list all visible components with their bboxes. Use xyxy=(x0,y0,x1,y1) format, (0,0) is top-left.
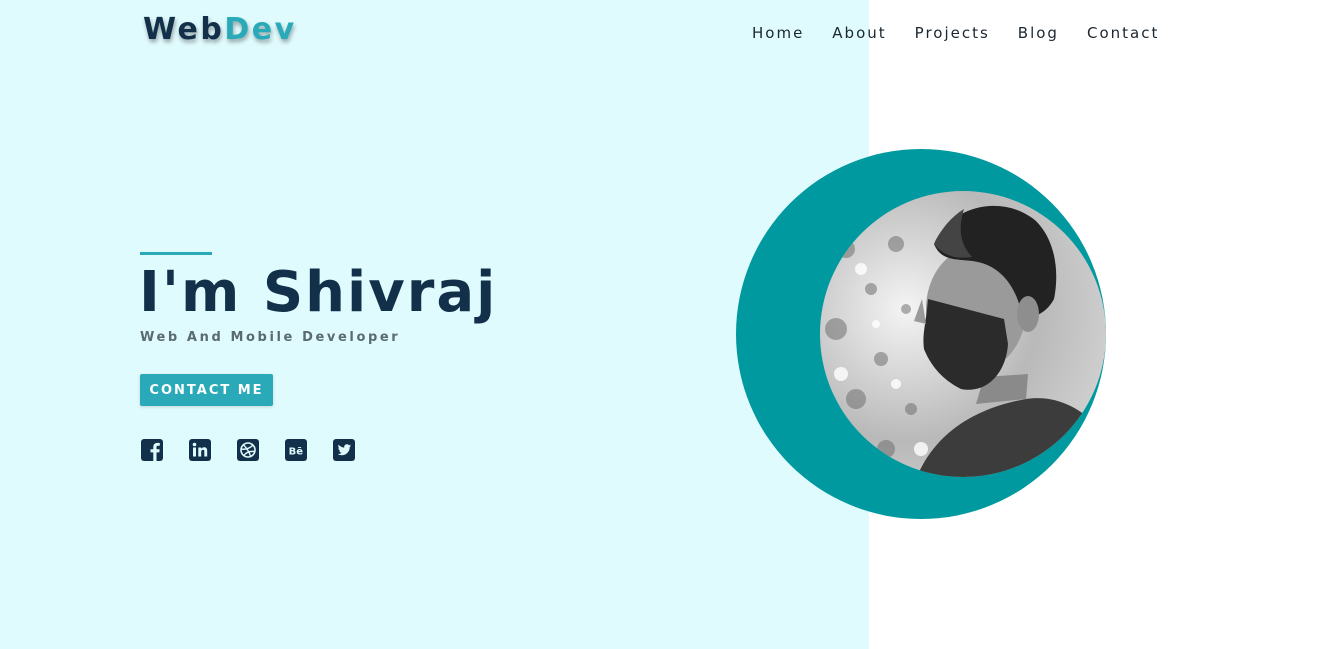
contact-me-button[interactable]: CONTACT ME xyxy=(140,374,273,406)
behance-icon[interactable]: Bē xyxy=(284,438,308,462)
nav-item-about[interactable]: About xyxy=(832,24,886,42)
main-nav: Home About Projects Blog Contact xyxy=(752,24,1187,42)
twitter-icon[interactable] xyxy=(332,438,356,462)
nav-item-projects[interactable]: Projects xyxy=(915,24,990,42)
nav-item-home[interactable]: Home xyxy=(752,24,804,42)
logo-text-web: Web xyxy=(143,12,225,47)
svg-text:Bē: Bē xyxy=(289,447,304,458)
social-links: Bē xyxy=(140,438,380,462)
linkedin-icon[interactable] xyxy=(188,438,212,462)
site-logo[interactable]: WebDev xyxy=(143,12,297,47)
title-accent-line xyxy=(140,252,212,255)
facebook-icon[interactable] xyxy=(140,438,164,462)
hero-subtitle: Web And Mobile Developer xyxy=(140,330,401,345)
logo-text-dev: Dev xyxy=(224,12,297,47)
hero-profile-graphic xyxy=(736,149,1106,519)
dribbble-icon[interactable] xyxy=(236,438,260,462)
hero-title: I'm Shivraj xyxy=(139,260,498,325)
nav-item-contact[interactable]: Contact xyxy=(1087,24,1159,42)
nav-item-blog[interactable]: Blog xyxy=(1018,24,1059,42)
